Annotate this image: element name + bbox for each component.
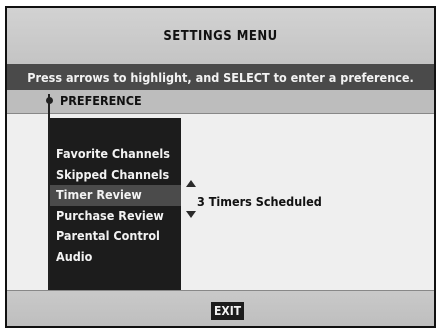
section-header: PREFERENCE [7,90,434,114]
menu-item-label: Audio [56,248,93,264]
menu-item-label: Purchase Review [56,207,164,223]
menu-item-parental-control[interactable]: Parental Control [50,226,181,247]
arrow-up-icon[interactable] [186,180,196,187]
menu-item-purchase-review[interactable]: Purchase Review [50,206,181,227]
arrow-down-icon[interactable] [186,211,196,218]
bottom-bar: EXIT [7,290,434,326]
selected-value: 3 Timers Scheduled [197,194,322,209]
instruction-text: Press arrows to highlight, and SELECT to… [27,69,414,85]
menu-item-label: Parental Control [56,228,160,243]
menu-list: Favorite Channels Skipped Channels Timer… [50,144,181,267]
menu-item-label: Timer Review [56,187,142,202]
menu-item-favorite-channels[interactable]: Favorite Channels [50,144,181,165]
menu-item-label: Favorite Channels [56,146,170,161]
menu-item-skipped-channels[interactable]: Skipped Channels [50,165,181,186]
title-bar: SETTINGS MENU [7,8,434,64]
menu-item-timer-review[interactable]: Timer Review [50,185,181,206]
menu-item-audio[interactable]: Audio [50,247,181,268]
exit-button[interactable]: EXIT [211,302,245,320]
instruction-bar: Press arrows to highlight, and SELECT to… [7,64,434,90]
settings-screen: SETTINGS MENU Press arrows to highlight,… [5,6,436,328]
preference-menu: Favorite Channels Skipped Channels Timer… [50,118,181,290]
menu-item-label: Skipped Channels [56,166,170,182]
page-title: SETTINGS MENU [163,28,278,44]
section-title: PREFERENCE [60,93,142,108]
